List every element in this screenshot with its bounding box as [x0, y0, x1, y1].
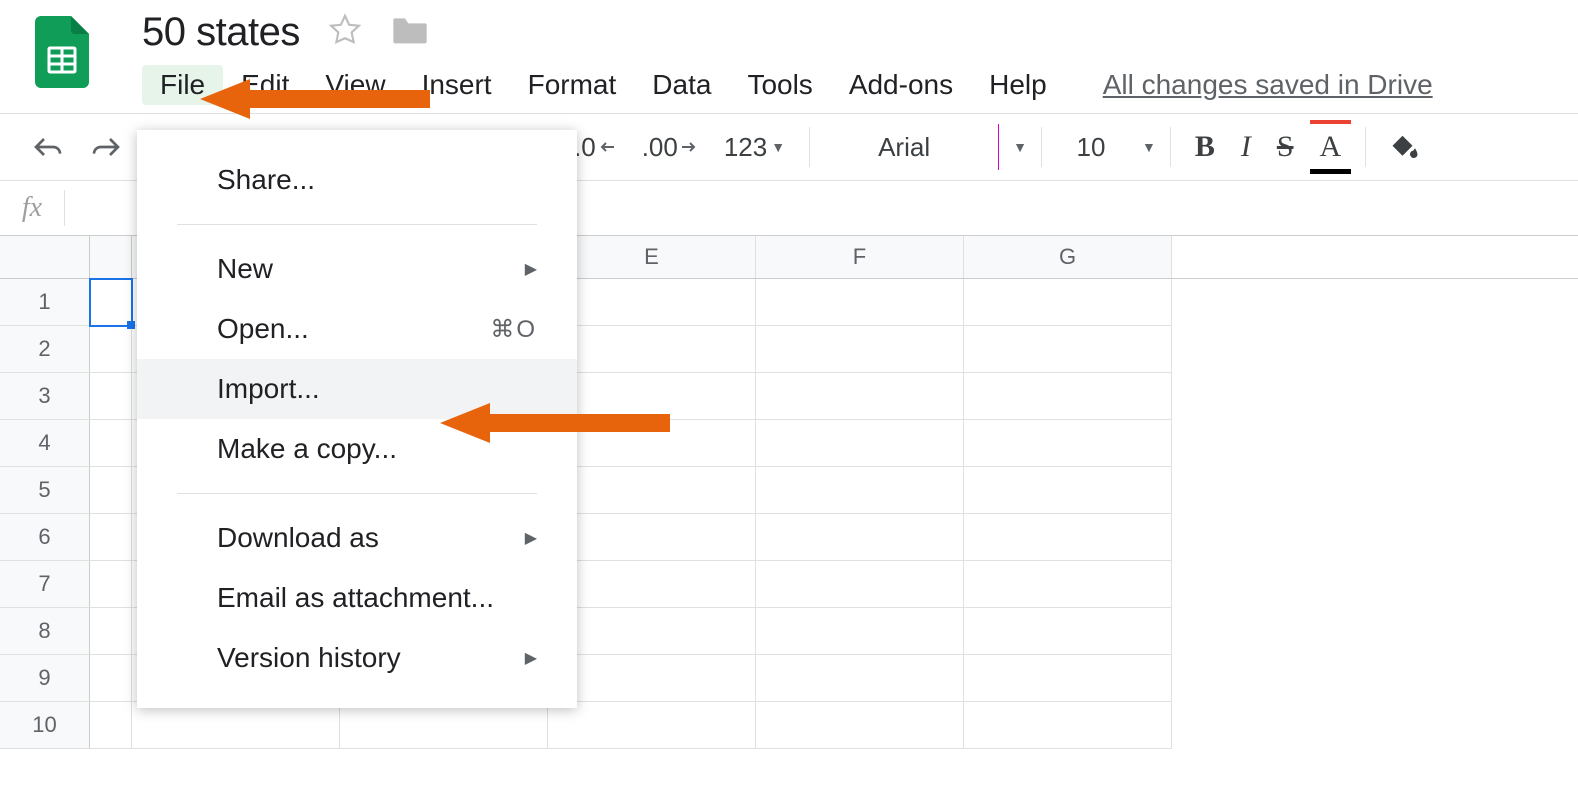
column-header[interactable] — [90, 236, 132, 278]
fx-label: fx — [0, 192, 64, 224]
cell[interactable] — [548, 608, 756, 655]
row-header[interactable]: 1 — [0, 279, 90, 326]
row-header[interactable]: 9 — [0, 655, 90, 702]
menu-item-email-attachment[interactable]: Email as attachment... — [137, 568, 577, 628]
cell[interactable] — [548, 655, 756, 702]
cell[interactable] — [90, 420, 132, 467]
select-all-corner[interactable] — [0, 236, 90, 278]
submenu-arrow-icon: ▶ — [525, 259, 537, 279]
cell[interactable] — [964, 655, 1172, 702]
cell[interactable] — [964, 608, 1172, 655]
cell[interactable] — [548, 561, 756, 608]
text-color-button[interactable]: A — [1310, 124, 1352, 170]
cell[interactable] — [90, 326, 132, 373]
cell[interactable] — [548, 467, 756, 514]
fill-color-button[interactable] — [1380, 127, 1430, 167]
cell[interactable] — [964, 467, 1172, 514]
cell[interactable] — [90, 702, 132, 749]
cell[interactable] — [756, 326, 964, 373]
row-header[interactable]: 8 — [0, 608, 90, 655]
cell[interactable] — [90, 373, 132, 420]
font-family-select[interactable]: Arial — [824, 132, 984, 163]
cell[interactable] — [756, 702, 964, 749]
row-header[interactable]: 10 — [0, 702, 90, 749]
column-header[interactable]: G — [964, 236, 1172, 278]
cell[interactable] — [90, 608, 132, 655]
cell[interactable] — [90, 561, 132, 608]
menu-item-version-history[interactable]: Version history▶ — [137, 628, 577, 688]
cell[interactable] — [964, 373, 1172, 420]
document-title[interactable]: 50 states — [142, 10, 300, 55]
bold-button[interactable]: B — [1185, 124, 1225, 170]
menu-tools[interactable]: Tools — [729, 65, 830, 105]
annotation-arrow — [440, 398, 670, 448]
menu-format[interactable]: Format — [510, 65, 635, 105]
row-header[interactable]: 4 — [0, 420, 90, 467]
cell[interactable] — [964, 326, 1172, 373]
cell[interactable] — [964, 561, 1172, 608]
cell[interactable] — [756, 467, 964, 514]
cell[interactable] — [964, 514, 1172, 561]
save-status[interactable]: All changes saved in Drive — [1103, 69, 1433, 101]
cell[interactable] — [132, 702, 340, 749]
menu-data[interactable]: Data — [634, 65, 729, 105]
row-header[interactable]: 5 — [0, 467, 90, 514]
column-header[interactable]: F — [756, 236, 964, 278]
cell[interactable] — [90, 655, 132, 702]
cell[interactable] — [964, 420, 1172, 467]
menu-item-new[interactable]: New▶ — [137, 239, 577, 299]
row-header[interactable]: 3 — [0, 373, 90, 420]
cell[interactable] — [756, 420, 964, 467]
row-header[interactable]: 7 — [0, 561, 90, 608]
cell[interactable] — [548, 326, 756, 373]
cell[interactable] — [90, 467, 132, 514]
column-header[interactable]: E — [548, 236, 756, 278]
cell[interactable] — [756, 279, 964, 326]
shortcut-label: ⌘O — [490, 315, 537, 344]
menu-item-share[interactable]: Share... — [137, 150, 577, 210]
increase-decimal-button[interactable]: .00 — [632, 126, 708, 169]
italic-button[interactable]: I — [1231, 124, 1261, 170]
cell[interactable] — [756, 373, 964, 420]
cell[interactable] — [964, 279, 1172, 326]
cell[interactable] — [548, 279, 756, 326]
chevron-down-icon[interactable]: ▼ — [1142, 139, 1156, 155]
cell[interactable] — [756, 561, 964, 608]
cell[interactable] — [756, 514, 964, 561]
sheets-logo[interactable] — [30, 10, 94, 94]
undo-button[interactable] — [22, 129, 74, 165]
strike-button[interactable]: S — [1267, 124, 1304, 170]
cell[interactable] — [90, 279, 132, 326]
cell[interactable] — [548, 702, 756, 749]
format-number-button[interactable]: 123▼ — [714, 126, 795, 169]
chevron-down-icon[interactable]: ▼ — [1013, 139, 1027, 155]
menu-item-download-as[interactable]: Download as▶ — [137, 508, 577, 568]
cell[interactable] — [756, 608, 964, 655]
submenu-arrow-icon: ▶ — [525, 528, 537, 548]
submenu-arrow-icon: ▶ — [525, 648, 537, 668]
row-header[interactable]: 6 — [0, 514, 90, 561]
menu-addons[interactable]: Add-ons — [831, 65, 971, 105]
cell[interactable] — [756, 655, 964, 702]
cell[interactable] — [340, 702, 548, 749]
star-icon[interactable] — [328, 13, 362, 52]
font-size-select[interactable]: 10 — [1056, 126, 1126, 169]
row-header[interactable]: 2 — [0, 326, 90, 373]
redo-button[interactable] — [80, 129, 132, 165]
annotation-arrow — [200, 74, 430, 124]
cell[interactable] — [90, 514, 132, 561]
cell[interactable] — [548, 514, 756, 561]
cell[interactable] — [964, 702, 1172, 749]
menu-item-open[interactable]: Open...⌘O — [137, 299, 577, 359]
menu-help[interactable]: Help — [971, 65, 1065, 105]
folder-icon[interactable] — [390, 13, 430, 52]
